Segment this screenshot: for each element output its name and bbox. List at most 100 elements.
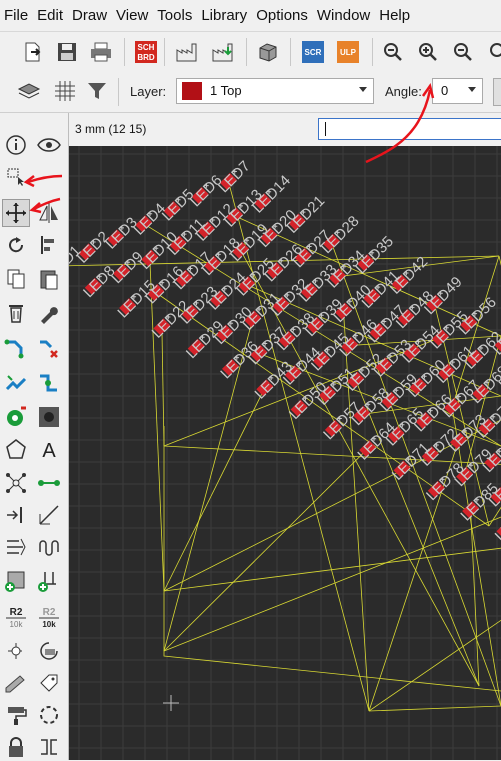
route-icon[interactable]: [2, 335, 30, 363]
save-icon[interactable]: [52, 37, 82, 67]
svg-text:A: A: [42, 440, 56, 460]
angle-label: Angle:: [385, 84, 422, 99]
led-label: LED8: [80, 263, 119, 302]
layer-value: 1 Top: [210, 83, 242, 98]
name-icon[interactable]: R2 10k: [2, 603, 30, 631]
board-drawing: LED1LED2LED3LED4LED5LED6LED7LED8LED9LED1…: [69, 146, 501, 760]
led-label: LED4: [131, 200, 170, 239]
scr-icon[interactable]: SCR: [298, 37, 328, 67]
print-icon[interactable]: [86, 37, 116, 67]
menu-draw[interactable]: Draw: [68, 7, 112, 24]
zoom-select-icon[interactable]: [482, 37, 501, 67]
filter-icon[interactable]: [82, 76, 112, 106]
ulp-text: ULP: [340, 48, 357, 57]
add-component-icon[interactable]: [2, 567, 30, 595]
sch-text: SCH: [138, 43, 155, 52]
ulp-icon[interactable]: ULP: [333, 37, 363, 67]
r2-sub-text-bold: 10k: [42, 620, 56, 629]
menu-edit[interactable]: Edit: [33, 7, 68, 24]
ripup-icon[interactable]: [35, 335, 63, 363]
net-icon[interactable]: [2, 469, 30, 497]
zoom-fit-icon[interactable]: [378, 37, 408, 67]
line-icon[interactable]: [35, 501, 63, 529]
menu-file[interactable]: File: [0, 7, 33, 24]
split-icon[interactable]: [35, 369, 63, 397]
group-select-icon[interactable]: [2, 163, 30, 191]
gate-swap-icon[interactable]: [35, 733, 63, 761]
led-labels: LED1LED2LED3LED4LED5LED6LED7LED8LED9LED1…: [69, 158, 501, 586]
copy-icon[interactable]: [2, 265, 30, 293]
grid-icon[interactable]: [50, 76, 80, 106]
align-icon[interactable]: [35, 231, 63, 259]
menu-options[interactable]: Options: [252, 7, 313, 24]
info-icon[interactable]: [2, 131, 30, 159]
text-icon[interactable]: A: [35, 435, 63, 463]
crosshair-cursor: [163, 695, 179, 711]
angle-value: 0: [441, 83, 448, 98]
dashed-circle-icon[interactable]: [35, 701, 63, 729]
smash-icon[interactable]: [2, 501, 30, 529]
attribute-icon[interactable]: [35, 669, 63, 697]
manufacturing-icon[interactable]: [208, 37, 238, 67]
led-label: LED6: [187, 172, 226, 211]
value-icon[interactable]: R2 10k: [35, 603, 63, 631]
led-label: LED2: [74, 228, 113, 267]
pad-icon[interactable]: [35, 403, 63, 431]
change-icon[interactable]: [2, 669, 30, 697]
via-icon[interactable]: [2, 403, 30, 431]
wrench-icon[interactable]: [35, 299, 63, 327]
layers-icon[interactable]: [14, 76, 44, 106]
sch-brd-icon[interactable]: SCH BRD: [131, 37, 161, 67]
menu-tools[interactable]: Tools: [153, 7, 197, 24]
cam-icon[interactable]: [172, 37, 202, 67]
open-icon[interactable]: [18, 37, 48, 67]
replace-icon[interactable]: [35, 637, 63, 665]
zoom-out-icon[interactable]: [448, 37, 478, 67]
menu-bar: File Edit Draw View Tools Library Option…: [0, 0, 501, 30]
led-label: LED7: [215, 158, 254, 197]
menu-help[interactable]: Help: [375, 7, 415, 24]
r2-sub-text: 10k: [10, 620, 24, 629]
command-bar: 3 mm (12 15): [69, 113, 501, 145]
delete-icon[interactable]: [2, 299, 30, 327]
board-canvas[interactable]: LED1LED2LED3LED4LED5LED6LED7LED8LED9LED1…: [69, 146, 501, 760]
menu-view[interactable]: View: [112, 7, 153, 24]
meander-icon[interactable]: [2, 533, 30, 561]
scr-text: SCR: [305, 48, 322, 57]
paste-icon[interactable]: [35, 265, 63, 293]
command-sidebar: A R2 10k R2 10k: [0, 113, 69, 760]
chevron-down-icon: [468, 87, 476, 92]
signal-icon[interactable]: [35, 469, 63, 497]
paint-roller-icon[interactable]: [2, 701, 30, 729]
airwire: [164, 528, 501, 591]
optimize-icon[interactable]: [2, 369, 30, 397]
angle-select[interactable]: 0: [432, 78, 483, 104]
menu-library[interactable]: Library: [197, 7, 252, 24]
text-caret: [325, 122, 326, 136]
r2-text: R2: [10, 607, 23, 618]
mirror-icon[interactable]: [35, 199, 63, 227]
layer-select[interactable]: 1 Top: [176, 78, 374, 104]
3d-icon[interactable]: [253, 37, 283, 67]
brd-text: BRD: [137, 53, 155, 62]
polygon-icon[interactable]: [2, 435, 30, 463]
swap-icon[interactable]: [2, 637, 30, 665]
menu-window[interactable]: Window: [313, 7, 375, 24]
more-options-button[interactable]: [493, 78, 501, 106]
layer-label: Layer:: [130, 84, 166, 99]
move-icon[interactable]: [2, 199, 30, 227]
add-part-icon[interactable]: [35, 567, 63, 595]
main-toolbar: SCH BRD SCR ULP: [0, 31, 501, 73]
airwire: [369, 706, 501, 711]
wave-icon[interactable]: [35, 533, 63, 561]
airwire: [369, 571, 501, 712]
show-eye-icon[interactable]: [35, 131, 63, 159]
zoom-in-icon[interactable]: [413, 37, 443, 67]
r2-text-gray: R2: [43, 607, 56, 618]
rotate-icon[interactable]: [2, 231, 30, 259]
command-line-input[interactable]: [318, 118, 501, 140]
layer-color-swatch: [182, 82, 202, 100]
chevron-down-icon: [359, 87, 367, 92]
lock-icon[interactable]: [2, 733, 30, 761]
coordinate-display: 3 mm (12 15): [75, 122, 146, 136]
